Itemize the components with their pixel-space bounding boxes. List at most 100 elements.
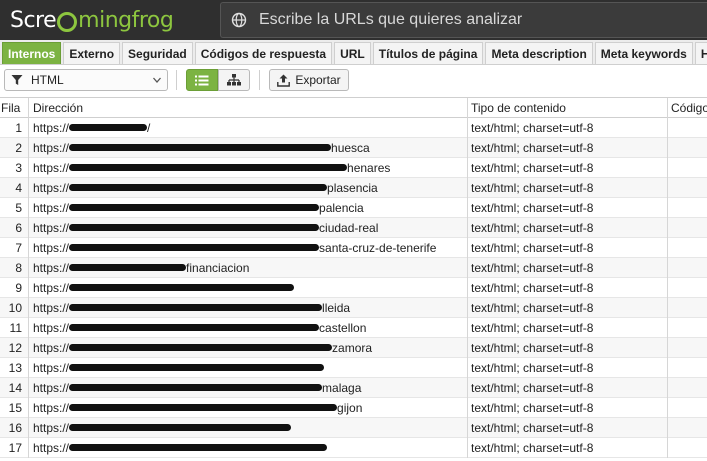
table-row[interactable]: 2 https:// huesca text/html; charset=utf-8: [0, 138, 707, 158]
address-suffix: henares: [347, 161, 391, 175]
tab-0[interactable]: Internos: [2, 42, 62, 64]
content-type-cell: text/html; charset=utf-8: [468, 298, 668, 318]
status-code-cell: [668, 298, 707, 318]
table-row[interactable]: 7 https:// santa-cruz-de-tenerife text/html…: [0, 238, 707, 258]
redacted-segment: [69, 324, 320, 332]
column-header-address[interactable]: Dirección: [29, 98, 468, 118]
row-number: 17: [0, 438, 29, 458]
table-row[interactable]: 4 https:// plasencia text/html; charset=utf…: [0, 178, 707, 198]
address-cell: https:// ciudad-real: [29, 218, 468, 238]
tab-6[interactable]: Meta description: [485, 42, 593, 64]
table-row[interactable]: 14 https:// malaga text/html; charset=utf-8: [0, 378, 707, 398]
toolbar-divider: [176, 70, 177, 90]
row-number: 2: [0, 138, 29, 158]
export-label: Exportar: [295, 73, 341, 87]
address-suffix: plasencia: [327, 181, 378, 195]
address-prefix: https://: [33, 321, 70, 335]
address-cell: https:// gijon: [29, 398, 468, 418]
address-cell: https:// zamora: [29, 338, 468, 358]
address-suffix: palencia: [319, 201, 364, 215]
column-header-row[interactable]: Fila: [0, 98, 29, 118]
tab-1[interactable]: Externo: [63, 42, 121, 64]
redacted-segment: [69, 204, 320, 212]
content-type-cell: text/html; charset=utf-8: [468, 238, 668, 258]
column-header-status-code[interactable]: Código: [668, 98, 707, 118]
row-number: 11: [0, 318, 29, 338]
address-prefix: https://: [33, 161, 70, 175]
address-suffix: ciudad-real: [319, 221, 379, 235]
address-prefix: https://: [33, 121, 70, 135]
content-type-cell: text/html; charset=utf-8: [468, 438, 668, 458]
tab-2[interactable]: Seguridad: [122, 42, 193, 64]
content-type-cell: text/html; charset=utf-8: [468, 418, 668, 438]
table-row[interactable]: 3 https:// henares text/html; charset=utf-8: [0, 158, 707, 178]
address-suffix: castellon: [319, 321, 367, 335]
content-type-cell: text/html; charset=utf-8: [468, 178, 668, 198]
row-number: 4: [0, 178, 29, 198]
row-number: 8: [0, 258, 29, 278]
status-code-cell: [668, 238, 707, 258]
list-view-button[interactable]: [186, 69, 218, 91]
redacted-segment: [69, 264, 187, 272]
address-suffix: huesca: [331, 141, 370, 155]
column-header-content-type[interactable]: Tipo de contenido: [468, 98, 668, 118]
address-cell: https:// henares: [29, 158, 468, 178]
content-type-cell: text/html; charset=utf-8: [468, 378, 668, 398]
address-cell: https://: [29, 438, 468, 458]
table-row[interactable]: 9 https:// text/html; charset=utf-8: [0, 278, 707, 298]
redacted-segment: [69, 364, 325, 372]
redacted-segment: [69, 344, 333, 352]
app-logo: Scre mingfrog: [10, 6, 174, 34]
table-row[interactable]: 17 https:// text/html; charset=utf-8: [0, 438, 707, 458]
table-row[interactable]: 15 https:// gijon text/html; charset=utf-8: [0, 398, 707, 418]
address-suffix: malaga: [322, 381, 362, 395]
table-row[interactable]: 16 https:// text/html; charset=utf-8: [0, 418, 707, 438]
redacted-segment: [69, 384, 323, 392]
address-suffix: financiacion: [186, 261, 250, 275]
tree-view-button[interactable]: [218, 69, 250, 91]
table-row[interactable]: 6 https:// ciudad-real text/html; charset=u…: [0, 218, 707, 238]
address-prefix: https://: [33, 361, 70, 375]
tab-7[interactable]: Meta keywords: [594, 42, 693, 64]
row-number: 16: [0, 418, 29, 438]
address-cell: https:// financiacion: [29, 258, 468, 278]
chevron-down-icon: [153, 77, 161, 83]
status-code-cell: [668, 178, 707, 198]
tab-3[interactable]: Códigos de respuesta: [194, 42, 333, 64]
redacted-segment: [69, 144, 332, 152]
status-code-cell: [668, 118, 707, 138]
tab-4[interactable]: URL: [334, 42, 371, 64]
url-input[interactable]: [259, 6, 707, 34]
export-button[interactable]: Exportar: [269, 69, 349, 91]
table-row[interactable]: 12 https:// zamora text/html; charset=utf-8: [0, 338, 707, 358]
results-table: Fila Dirección Tipo de contenido Código …: [0, 97, 707, 461]
logo-o-icon: [57, 12, 78, 32]
row-number: 6: [0, 218, 29, 238]
address-prefix: https://: [33, 281, 70, 295]
address-cell: https:// santa-cruz-de-tenerife: [29, 238, 468, 258]
status-code-cell: [668, 358, 707, 378]
table-row[interactable]: 1 https:// / text/html; charset=utf-8: [0, 118, 707, 138]
filter-value: HTML: [31, 73, 64, 87]
tab-5[interactable]: Títulos de página: [372, 42, 484, 64]
address-prefix: https://: [33, 181, 70, 195]
filter-dropdown[interactable]: HTML: [4, 69, 168, 91]
table-row[interactable]: 5 https:// palencia text/html; charset=utf-…: [0, 198, 707, 218]
address-cell: https://: [29, 418, 468, 438]
table-row[interactable]: 8 https:// financiacion text/html; charset=…: [0, 258, 707, 278]
filter-icon: [11, 75, 23, 85]
row-number: 3: [0, 158, 29, 178]
redacted-segment: [69, 404, 338, 412]
table-row[interactable]: 10 https:// lleida text/html; charset=utf-8: [0, 298, 707, 318]
content-type-cell: text/html; charset=utf-8: [468, 318, 668, 338]
content-type-cell: text/html; charset=utf-8: [468, 358, 668, 378]
row-number: 13: [0, 358, 29, 378]
redacted-segment: [69, 124, 148, 132]
content-type-cell: text/html; charset=utf-8: [468, 278, 668, 298]
table-row[interactable]: 13 https:// text/html; charset=utf-8: [0, 358, 707, 378]
content-type-cell: text/html; charset=utf-8: [468, 138, 668, 158]
content-type-cell: text/html; charset=utf-8: [468, 258, 668, 278]
tab-8[interactable]: H1: [694, 42, 707, 64]
address-suffix: gijon: [337, 401, 363, 415]
table-row[interactable]: 11 https:// castellon text/html; charset=ut…: [0, 318, 707, 338]
